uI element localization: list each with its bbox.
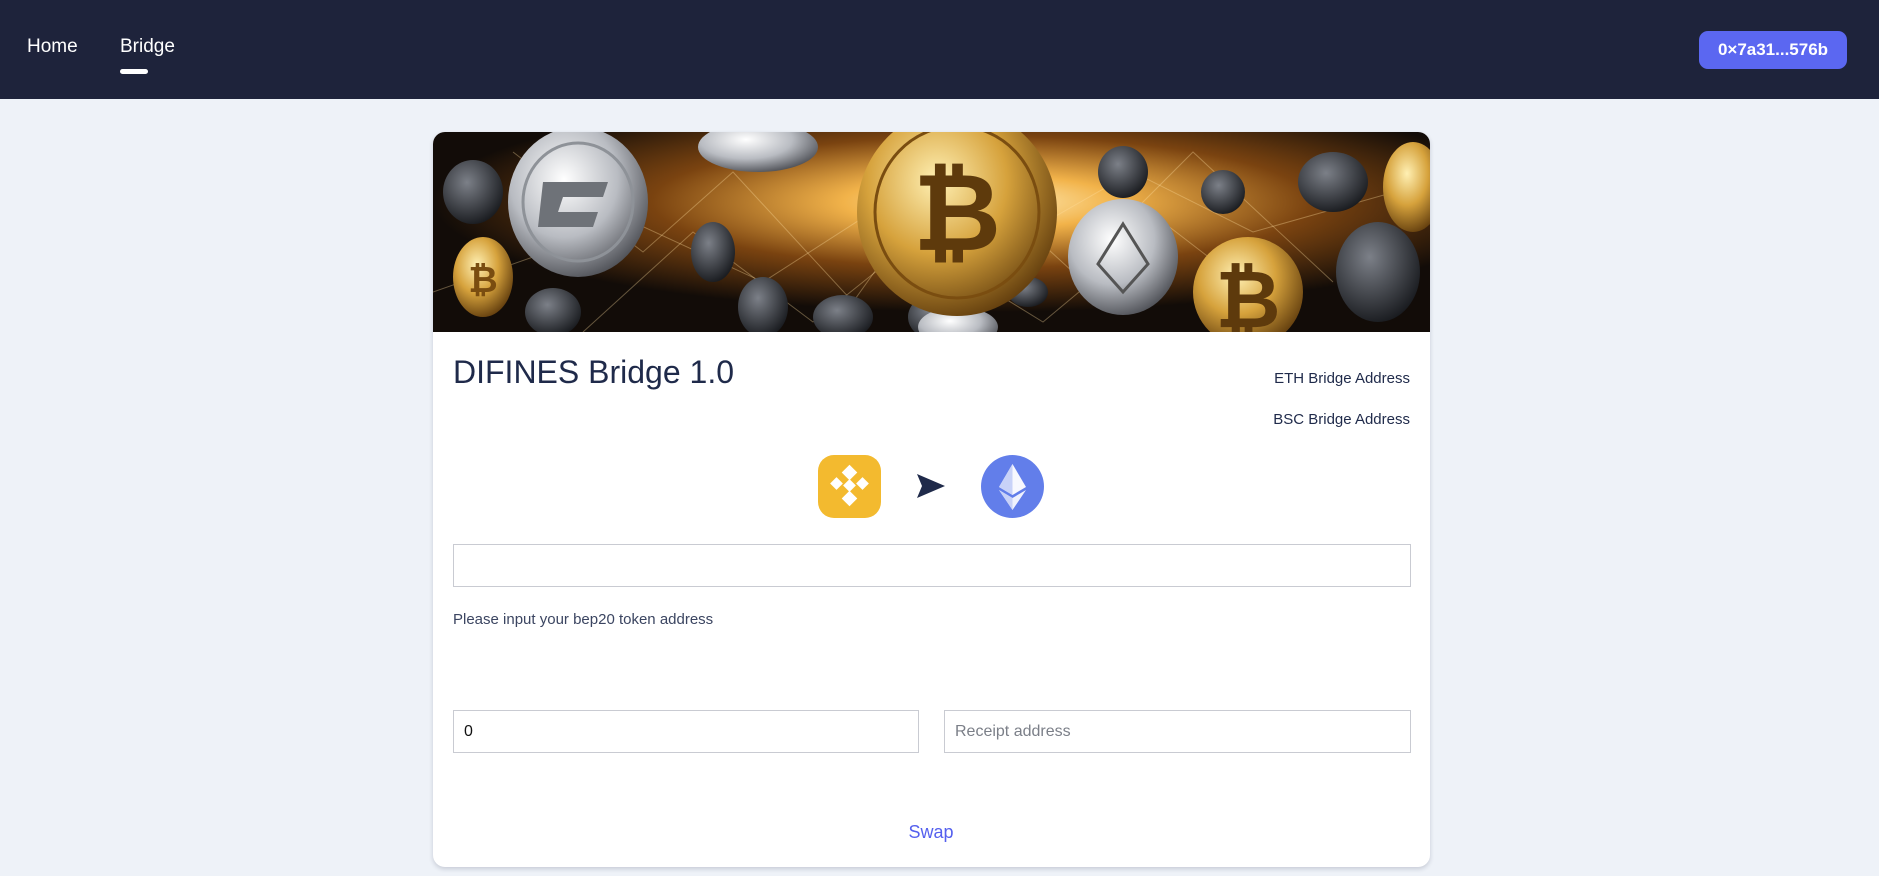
- token-address-input[interactable]: [453, 544, 1411, 587]
- nav-home-link[interactable]: Home: [27, 36, 78, 58]
- chain-direction-row: [433, 455, 1430, 519]
- wallet-address-button[interactable]: 0×7a31...576b: [1699, 31, 1847, 69]
- bsc-bridge-address-link[interactable]: BSC Bridge Address: [1273, 411, 1410, 428]
- svg-text:₿: ₿: [1215, 253, 1280, 332]
- svg-text:₿: ₿: [468, 260, 497, 301]
- amount-input[interactable]: [453, 710, 919, 753]
- svg-text:₿: ₿: [913, 151, 1001, 276]
- send-arrow-icon: [917, 474, 945, 498]
- page-title: DIFINES Bridge 1.0: [453, 354, 734, 390]
- nav-bridge-link[interactable]: Bridge: [120, 36, 175, 58]
- swap-button[interactable]: Swap: [871, 817, 991, 847]
- token-address-hint: Please input your bep20 token address: [453, 611, 714, 628]
- receipt-address-input[interactable]: [944, 710, 1411, 753]
- active-nav-indicator: [120, 69, 148, 74]
- bnb-logo-icon: [818, 455, 881, 518]
- bridge-card: ₿ ₿ ₿ DIFINES Bridge 1.0 ETH Bridge Addr…: [433, 132, 1430, 867]
- eth-bridge-address-link[interactable]: ETH Bridge Address: [1274, 370, 1410, 387]
- top-navbar: Home Bridge 0×7a31...576b: [0, 0, 1879, 99]
- crypto-coins-banner: ₿ ₿ ₿: [433, 132, 1430, 332]
- ethereum-logo-icon: [981, 455, 1044, 518]
